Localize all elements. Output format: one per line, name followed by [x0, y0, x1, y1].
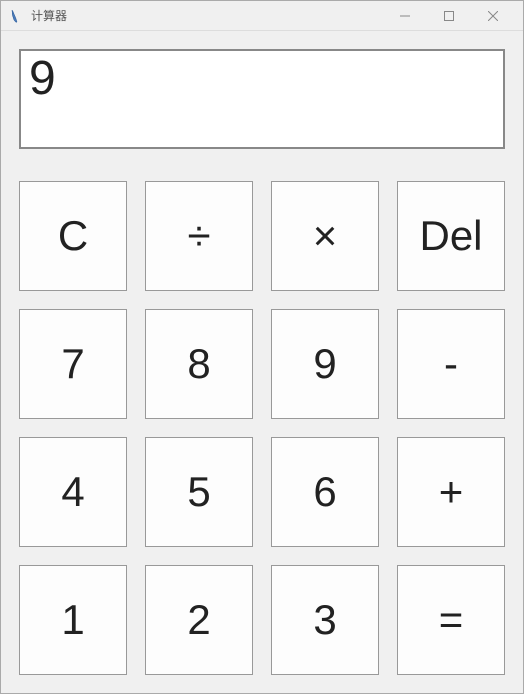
delete-button[interactable]: Del — [397, 181, 505, 291]
app-window: 计算器 9 C ÷ × Del 7 8 9 - 4 5 6 — [0, 0, 524, 694]
app-icon — [9, 8, 25, 24]
maximize-button[interactable] — [427, 2, 471, 30]
digit-2-button[interactable]: 2 — [145, 565, 253, 675]
window-controls — [383, 2, 515, 30]
add-button[interactable]: + — [397, 437, 505, 547]
client-area: 9 C ÷ × Del 7 8 9 - 4 5 6 + 1 2 3 = — [1, 31, 523, 693]
digit-4-button[interactable]: 4 — [19, 437, 127, 547]
minimize-button[interactable] — [383, 2, 427, 30]
digit-8-button[interactable]: 8 — [145, 309, 253, 419]
titlebar: 计算器 — [1, 1, 523, 31]
keypad: C ÷ × Del 7 8 9 - 4 5 6 + 1 2 3 = — [19, 181, 505, 675]
subtract-button[interactable]: - — [397, 309, 505, 419]
digit-7-button[interactable]: 7 — [19, 309, 127, 419]
window-title: 计算器 — [31, 7, 383, 24]
digit-3-button[interactable]: 3 — [271, 565, 379, 675]
digit-6-button[interactable]: 6 — [271, 437, 379, 547]
divide-button[interactable]: ÷ — [145, 181, 253, 291]
clear-button[interactable]: C — [19, 181, 127, 291]
digit-9-button[interactable]: 9 — [271, 309, 379, 419]
multiply-button[interactable]: × — [271, 181, 379, 291]
digit-5-button[interactable]: 5 — [145, 437, 253, 547]
close-button[interactable] — [471, 2, 515, 30]
equals-button[interactable]: = — [397, 565, 505, 675]
calculator-display[interactable]: 9 — [19, 49, 505, 149]
digit-1-button[interactable]: 1 — [19, 565, 127, 675]
